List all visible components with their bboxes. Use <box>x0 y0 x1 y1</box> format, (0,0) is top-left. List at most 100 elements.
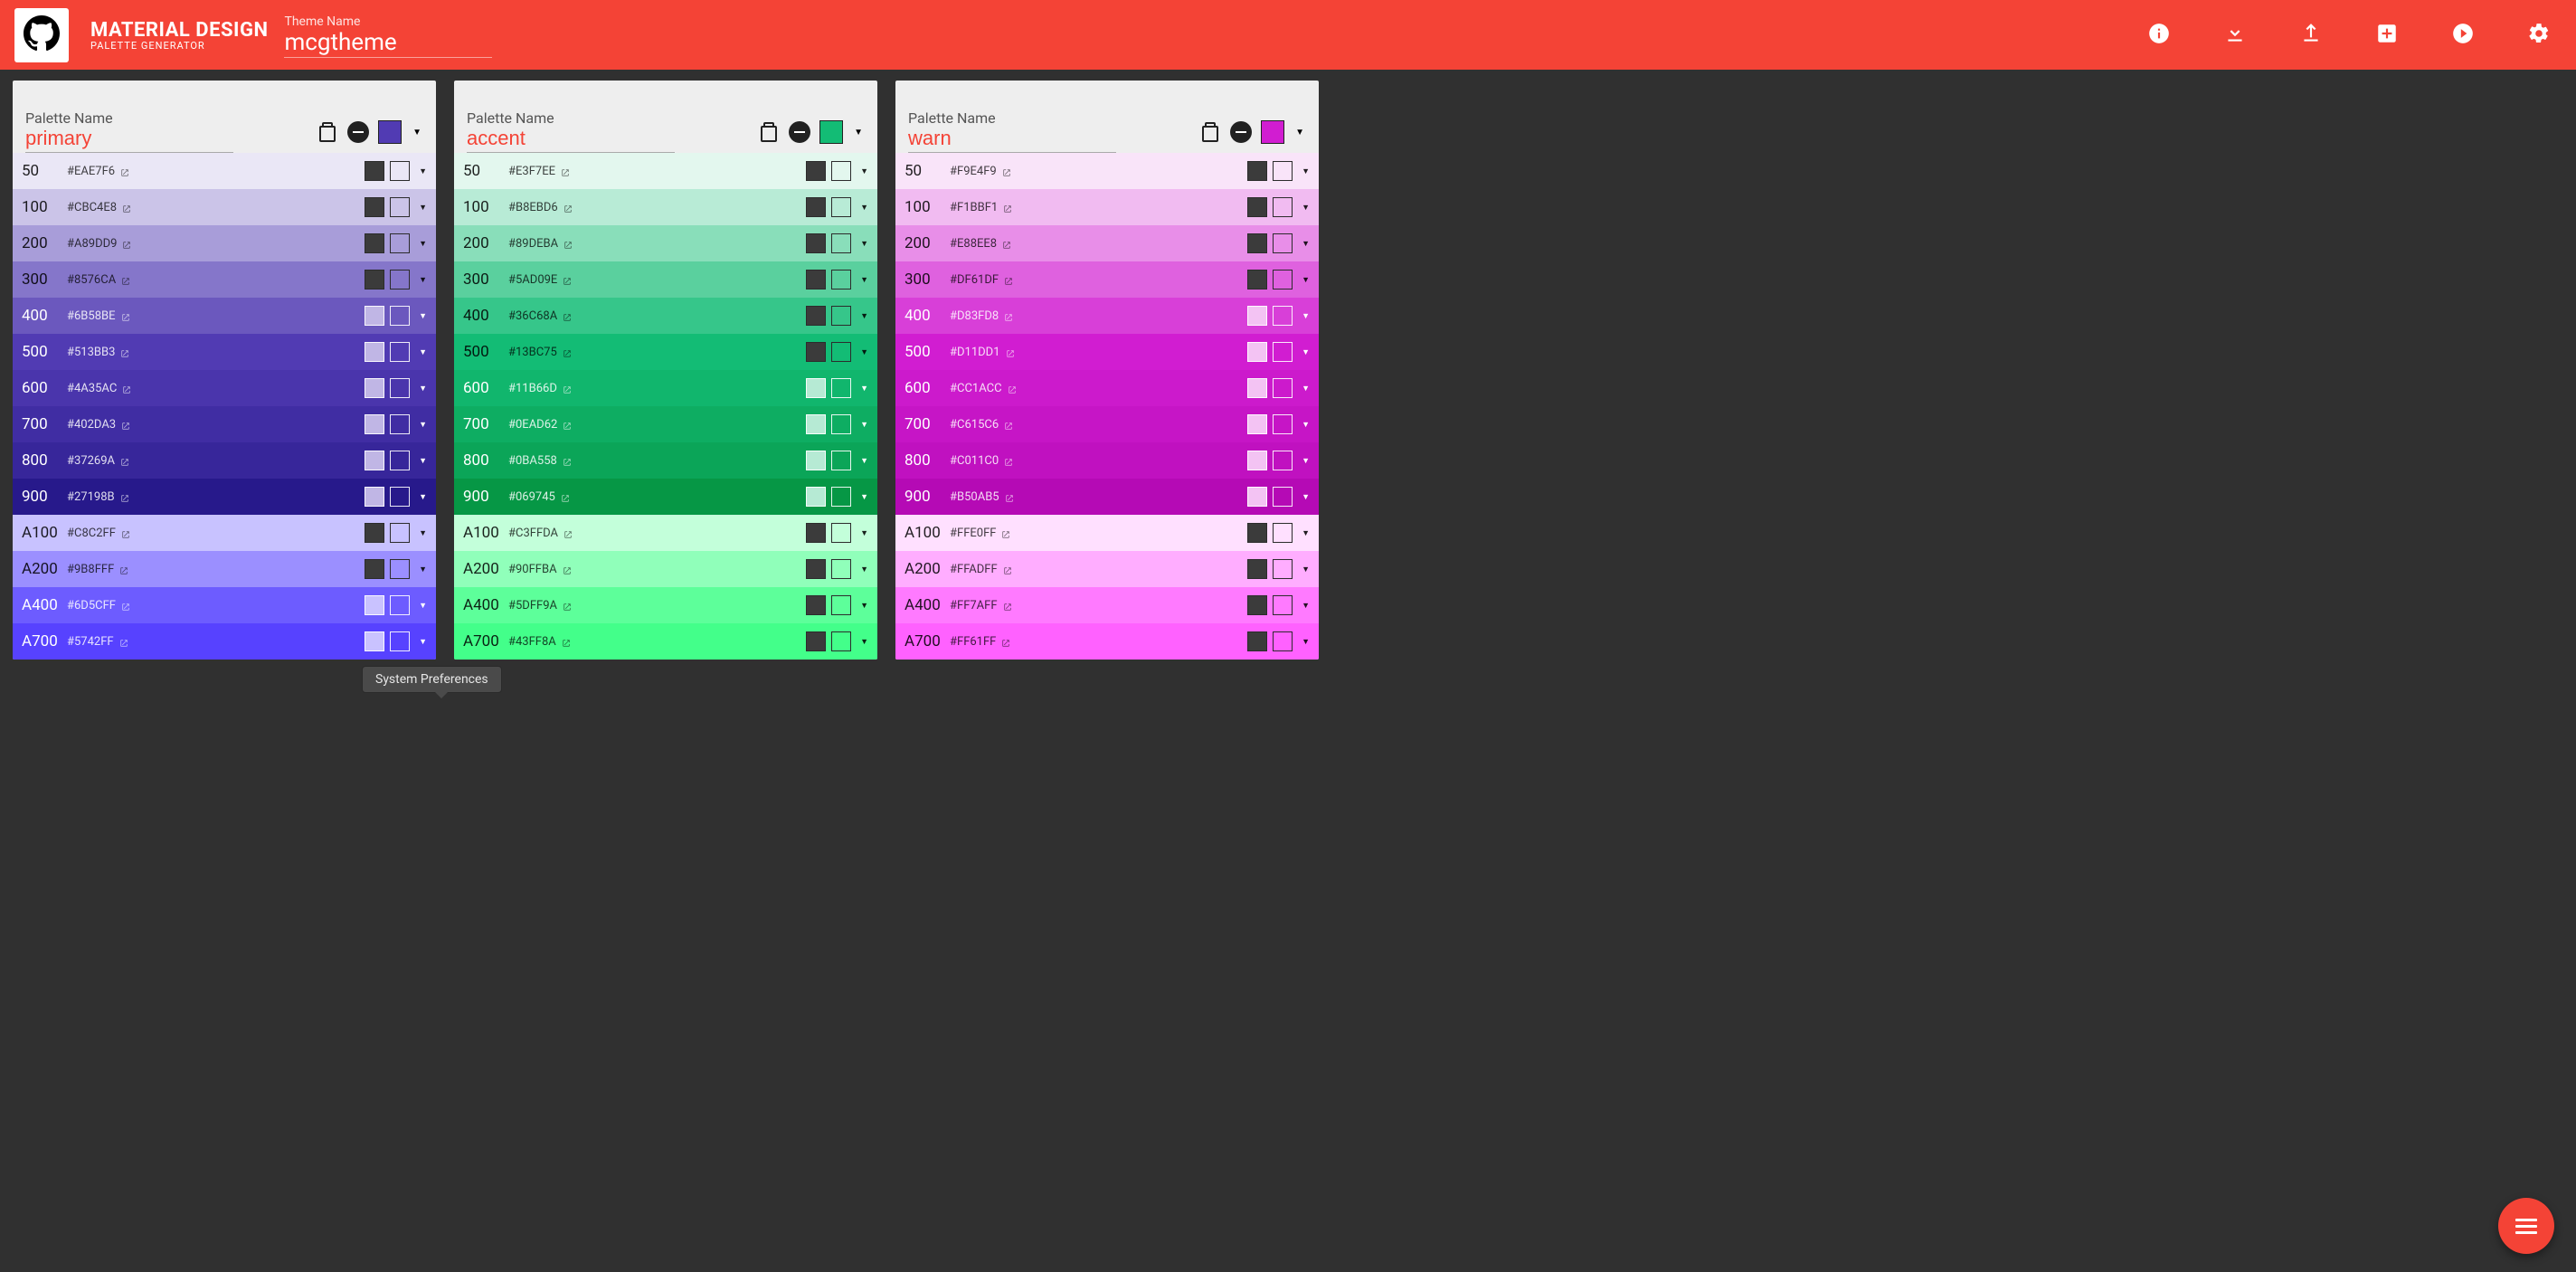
upload-icon[interactable] <box>2299 22 2323 49</box>
dark-contrast-swatch[interactable] <box>365 306 384 326</box>
shade-row[interactable]: 500#513BB3▼ <box>13 334 436 370</box>
shade-dropdown[interactable]: ▼ <box>419 420 427 430</box>
light-contrast-swatch[interactable] <box>1273 378 1293 398</box>
demo-icon[interactable] <box>2451 22 2475 49</box>
dark-contrast-swatch[interactable] <box>806 487 826 507</box>
light-contrast-swatch[interactable] <box>390 523 410 543</box>
open-external-icon[interactable] <box>564 239 573 248</box>
light-contrast-swatch[interactable] <box>390 414 410 434</box>
shade-row[interactable]: 50#EAE7F6▼ <box>13 153 436 189</box>
shade-row[interactable]: 300#DF61DF▼ <box>895 261 1319 298</box>
shade-row[interactable]: 400#D83FD8▼ <box>895 298 1319 334</box>
clipboard-icon[interactable] <box>317 121 338 143</box>
open-external-icon[interactable] <box>564 528 573 537</box>
light-contrast-swatch[interactable] <box>390 233 410 253</box>
dark-contrast-swatch[interactable] <box>1247 559 1267 579</box>
dark-contrast-swatch[interactable] <box>1247 378 1267 398</box>
light-contrast-swatch[interactable] <box>1273 342 1293 362</box>
dark-contrast-swatch[interactable] <box>1247 595 1267 615</box>
light-contrast-swatch[interactable] <box>831 595 851 615</box>
shade-dropdown[interactable]: ▼ <box>860 565 868 574</box>
light-contrast-swatch[interactable] <box>1273 559 1293 579</box>
remove-palette-icon[interactable] <box>347 121 369 143</box>
shade-dropdown[interactable]: ▼ <box>1302 275 1310 285</box>
open-external-icon[interactable] <box>122 384 131 393</box>
light-contrast-swatch[interactable] <box>831 414 851 434</box>
dark-contrast-swatch[interactable] <box>365 451 384 470</box>
dark-contrast-swatch[interactable] <box>806 631 826 651</box>
shade-dropdown[interactable]: ▼ <box>1302 528 1310 538</box>
open-external-icon[interactable] <box>121 420 130 429</box>
shade-dropdown[interactable]: ▼ <box>1302 637 1310 647</box>
shade-dropdown[interactable]: ▼ <box>860 311 868 321</box>
open-external-icon[interactable] <box>563 275 572 284</box>
dark-contrast-swatch[interactable] <box>365 559 384 579</box>
shade-dropdown[interactable]: ▼ <box>860 384 868 394</box>
light-contrast-swatch[interactable] <box>390 559 410 579</box>
palette-name-input[interactable] <box>25 127 233 153</box>
light-contrast-swatch[interactable] <box>390 487 410 507</box>
light-contrast-swatch[interactable] <box>390 631 410 651</box>
light-contrast-swatch[interactable] <box>831 523 851 543</box>
open-external-icon[interactable] <box>119 565 128 574</box>
shade-row[interactable]: A100#C3FFDA▼ <box>454 515 877 551</box>
light-contrast-swatch[interactable] <box>831 631 851 651</box>
clipboard-icon[interactable] <box>758 121 780 143</box>
open-external-icon[interactable] <box>120 456 129 465</box>
shade-dropdown[interactable]: ▼ <box>419 203 427 213</box>
open-external-icon[interactable] <box>563 311 572 320</box>
light-contrast-swatch[interactable] <box>390 378 410 398</box>
shade-dropdown[interactable]: ▼ <box>1302 565 1310 574</box>
shade-row[interactable]: 300#5AD09E▼ <box>454 261 877 298</box>
remove-palette-icon[interactable] <box>1230 121 1252 143</box>
shade-dropdown[interactable]: ▼ <box>419 275 427 285</box>
shade-dropdown[interactable]: ▼ <box>419 601 427 611</box>
shade-row[interactable]: 400#6B58BE▼ <box>13 298 436 334</box>
shade-row[interactable]: 200#A89DD9▼ <box>13 225 436 261</box>
shade-dropdown[interactable]: ▼ <box>860 637 868 647</box>
light-contrast-swatch[interactable] <box>390 161 410 181</box>
shade-row[interactable]: A200#90FFBA▼ <box>454 551 877 587</box>
open-external-icon[interactable] <box>1002 166 1011 176</box>
dark-contrast-swatch[interactable] <box>1247 270 1267 290</box>
shade-dropdown[interactable]: ▼ <box>419 637 427 647</box>
light-contrast-swatch[interactable] <box>1273 451 1293 470</box>
dark-contrast-swatch[interactable] <box>806 270 826 290</box>
base-color-swatch[interactable] <box>819 120 843 144</box>
open-external-icon[interactable] <box>563 384 572 393</box>
shade-row[interactable]: 50#E3F7EE▼ <box>454 153 877 189</box>
shade-row[interactable]: 600#11B66D▼ <box>454 370 877 406</box>
shade-row[interactable]: 900#B50AB5▼ <box>895 479 1319 515</box>
light-contrast-swatch[interactable] <box>831 306 851 326</box>
shade-dropdown[interactable]: ▼ <box>419 311 427 321</box>
open-external-icon[interactable] <box>563 601 572 610</box>
open-external-icon[interactable] <box>120 492 129 501</box>
shade-dropdown[interactable]: ▼ <box>419 565 427 574</box>
open-external-icon[interactable] <box>1003 565 1012 574</box>
open-external-icon[interactable] <box>122 239 131 248</box>
dark-contrast-swatch[interactable] <box>1247 161 1267 181</box>
shade-dropdown[interactable]: ▼ <box>419 384 427 394</box>
shade-row[interactable]: A700#FF61FF▼ <box>895 623 1319 660</box>
light-contrast-swatch[interactable] <box>831 451 851 470</box>
theme-name-value[interactable]: mcgtheme <box>284 29 492 58</box>
light-contrast-swatch[interactable] <box>1273 487 1293 507</box>
light-contrast-swatch[interactable] <box>1273 414 1293 434</box>
light-contrast-swatch[interactable] <box>831 487 851 507</box>
open-external-icon[interactable] <box>1006 347 1015 356</box>
open-external-icon[interactable] <box>121 311 130 320</box>
shade-row[interactable]: A400#FF7AFF▼ <box>895 587 1319 623</box>
open-external-icon[interactable] <box>121 528 130 537</box>
dark-contrast-swatch[interactable] <box>806 197 826 217</box>
dark-contrast-swatch[interactable] <box>806 523 826 543</box>
dark-contrast-swatch[interactable] <box>806 342 826 362</box>
shade-row[interactable]: 800#0BA558▼ <box>454 442 877 479</box>
shade-row[interactable]: 100#F1BBF1▼ <box>895 189 1319 225</box>
open-external-icon[interactable] <box>1003 601 1012 610</box>
shade-row[interactable]: 800#37269A▼ <box>13 442 436 479</box>
open-external-icon[interactable] <box>120 347 129 356</box>
shade-dropdown[interactable]: ▼ <box>1302 456 1310 466</box>
open-external-icon[interactable] <box>563 420 572 429</box>
base-color-swatch[interactable] <box>378 120 402 144</box>
base-color-dropdown[interactable]: ▼ <box>852 128 865 138</box>
